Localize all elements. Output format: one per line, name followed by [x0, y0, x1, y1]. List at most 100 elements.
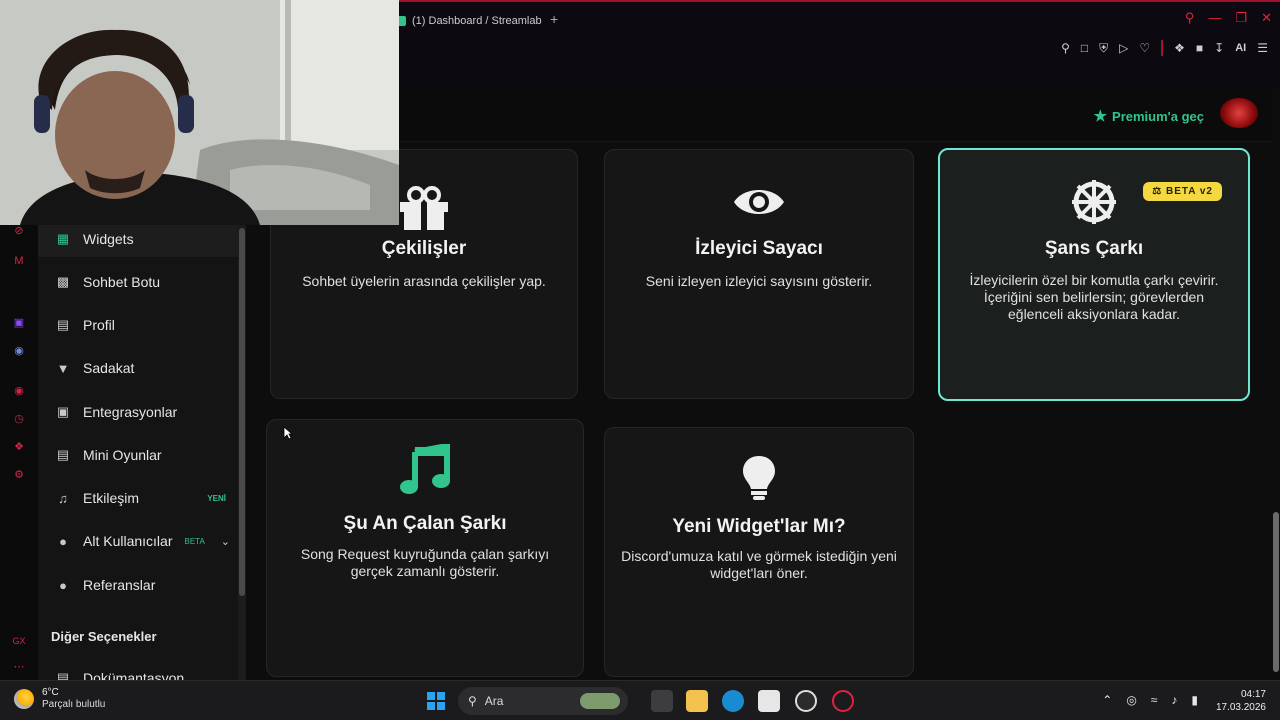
- heart-icon[interactable]: ♡: [1139, 41, 1150, 55]
- new-badge: YENİ: [207, 493, 226, 503]
- obs-icon[interactable]: [795, 690, 817, 712]
- toolbar-divider: [1161, 40, 1164, 56]
- sidebar-item-label: Sadakat: [83, 360, 135, 376]
- avatar[interactable]: [1220, 98, 1258, 128]
- play-icon[interactable]: ▷: [1119, 41, 1128, 55]
- card-new-widgets[interactable]: Yeni Widget'lar Mı? Discord'umuza katıl …: [604, 427, 914, 677]
- search-icon: ⚲: [468, 694, 477, 708]
- search-highlight-icon: [580, 693, 620, 709]
- beta-badge-label: BETA v2: [1165, 186, 1213, 197]
- clock[interactable]: 04:17 17.03.2026: [1216, 688, 1266, 714]
- card-now-playing[interactable]: Şu An Çalan Şarkı Song Request kuyruğund…: [266, 419, 584, 677]
- scrollbar-thumb[interactable]: [239, 228, 245, 596]
- star-icon: ★: [1093, 108, 1108, 125]
- card-description: Sohbet üyelerin arasında çekilişler yap.: [302, 273, 546, 289]
- gx-icon[interactable]: GX: [12, 634, 26, 648]
- rail-play-icon[interactable]: ◉: [12, 384, 26, 398]
- sidebar-item-label: Profil: [83, 317, 115, 333]
- sidebar-item-label: Etkileşim: [83, 490, 140, 506]
- premium-button[interactable]: ★ Premium'a geç: [1094, 107, 1204, 125]
- sidebar-item-label: Referanslar: [83, 577, 156, 593]
- browser-toolbar: ⚲ □ ⛨ ▷ ♡ ❖ ■ ↧ AI ☰: [1061, 40, 1268, 56]
- weather-condition: Parçalı bulutlu: [42, 699, 106, 710]
- download-icon[interactable]: ↧: [1214, 41, 1224, 55]
- sidebar-item-label: Sohbet Botu: [83, 274, 161, 290]
- user-group-icon: ●: [59, 577, 67, 593]
- sidebar-item-integrations[interactable]: ▣ Entegrasyonlar: [38, 394, 238, 430]
- weather-widget[interactable]: 6°C Parçalı bulutlu: [14, 687, 105, 711]
- car-icon[interactable]: ■: [1196, 41, 1203, 55]
- shield-icon[interactable]: ⛨: [1099, 41, 1108, 56]
- rail-settings-icon[interactable]: ⚙: [12, 468, 26, 482]
- rail-m-icon[interactable]: M: [12, 254, 26, 268]
- search-icon[interactable]: ⚲: [1185, 10, 1195, 26]
- sidebar-item-chatbot[interactable]: ▩ Sohbet Botu: [38, 264, 238, 300]
- edge-icon[interactable]: [722, 690, 744, 712]
- mouse-cursor-icon: [283, 426, 293, 440]
- extensions-icon[interactable]: ❖: [1174, 41, 1185, 55]
- browser-tab[interactable]: (1) Dashboard / Streamlabs: [396, 10, 542, 32]
- scrollbar-thumb[interactable]: [1273, 512, 1279, 672]
- start-button[interactable]: [427, 692, 445, 710]
- ai-button[interactable]: AI: [1235, 42, 1246, 54]
- lightbulb-icon: [605, 454, 913, 502]
- task-view-icon[interactable]: [651, 690, 673, 712]
- trophy-icon: ▼: [56, 360, 70, 376]
- chevron-down-icon[interactable]: ⌄: [221, 535, 230, 548]
- card-description: Song Request kuyruğunda çalan şarkıyı ge…: [300, 546, 550, 579]
- microphone-icon[interactable]: ◎: [1126, 693, 1136, 707]
- new-tab-button[interactable]: +: [550, 11, 558, 27]
- pin-icon[interactable]: ⚲: [1061, 41, 1070, 55]
- music-icon: [267, 444, 583, 496]
- store-icon[interactable]: [758, 690, 780, 712]
- chevron-up-icon[interactable]: ⌃: [1102, 693, 1112, 707]
- wifi-icon[interactable]: ≈: [1151, 693, 1158, 707]
- close-button[interactable]: ✕: [1261, 10, 1272, 26]
- rail-clock-icon[interactable]: ◷: [12, 412, 26, 426]
- sidebar-item-engagement[interactable]: ♫ Etkileşim YENİ: [38, 480, 238, 516]
- restore-button[interactable]: ❐: [1235, 10, 1247, 26]
- beta-badge: BETA: [184, 536, 205, 546]
- sidebar-item-loyalty[interactable]: ▼ Sadakat: [38, 350, 238, 386]
- clock-time: 04:17: [1240, 689, 1266, 700]
- card-wheel-of-fortune[interactable]: ⚖ BETA v2 Şans Çarkı İzleyicilerin özel …: [938, 148, 1250, 401]
- sidebar-item-label: Alt Kullanıcılar: [83, 533, 173, 549]
- minimize-button[interactable]: —: [1208, 10, 1221, 26]
- plug-icon: ▣: [56, 404, 70, 419]
- screenshot-icon[interactable]: □: [1081, 41, 1088, 55]
- sidebar-item-label: Entegrasyonlar: [83, 404, 178, 420]
- section-title: Diğer Seçenekler: [51, 629, 157, 644]
- sidebar-item-referrals[interactable]: ● Referanslar: [38, 567, 238, 603]
- rail-crossed-icon[interactable]: ⊘: [12, 224, 26, 238]
- sidebar-item-profile[interactable]: ▤ Profil: [38, 307, 238, 343]
- grid-icon: ▦: [56, 231, 70, 246]
- webcam-overlay: [0, 0, 399, 225]
- menu-icon[interactable]: ☰: [1257, 41, 1268, 55]
- card-title: İzleyici Sayacı: [695, 238, 823, 259]
- rail-more-icon[interactable]: ⋯: [12, 660, 26, 674]
- taskbar: 6°C Parçalı bulutlu ⚲ Ara ⌃ ◎ ≈ ♪ ▮ 04:1…: [0, 680, 1280, 720]
- main-content: Çekilişler Sohbet üyelerin arasında çeki…: [246, 142, 1272, 680]
- sidebar-scrollbar[interactable]: [238, 224, 246, 680]
- sidebar-item-minigames[interactable]: ▤ Mini Oyunlar: [38, 437, 238, 473]
- sidebar-item-subusers[interactable]: ● Alt Kullanıcılar BETA ⌄: [38, 523, 238, 559]
- card-description: İzleyicilerin özel bir komutla çarkı çev…: [969, 272, 1219, 322]
- weather-temp: 6°C: [42, 687, 59, 698]
- weather-icon: [14, 689, 34, 709]
- battery-icon[interactable]: ▮: [1191, 693, 1198, 707]
- tab-title: (1) Dashboard / Streamlabs: [412, 15, 542, 27]
- opera-gx-icon[interactable]: [832, 690, 854, 712]
- id-card-icon: ▤: [56, 317, 70, 332]
- system-tray: ⌃ ◎ ≈ ♪ ▮: [1102, 693, 1198, 707]
- rail-puzzle-icon[interactable]: ❖: [12, 440, 26, 454]
- taskbar-search[interactable]: ⚲ Ara: [458, 687, 628, 715]
- main-scrollbar[interactable]: [1272, 88, 1280, 680]
- sidebar-item-widgets[interactable]: ▦ Widgets: [38, 221, 238, 257]
- card-viewer-count[interactable]: İzleyici Sayacı Seni izleyen izleyici sa…: [604, 149, 914, 399]
- discord-icon[interactable]: ◉: [12, 344, 26, 358]
- file-explorer-icon[interactable]: [686, 690, 708, 712]
- volume-icon[interactable]: ♪: [1171, 693, 1177, 707]
- card-title: Yeni Widget'lar Mı?: [672, 516, 846, 537]
- webcam-image: [0, 0, 399, 225]
- twitch-icon[interactable]: ▣: [12, 316, 26, 330]
